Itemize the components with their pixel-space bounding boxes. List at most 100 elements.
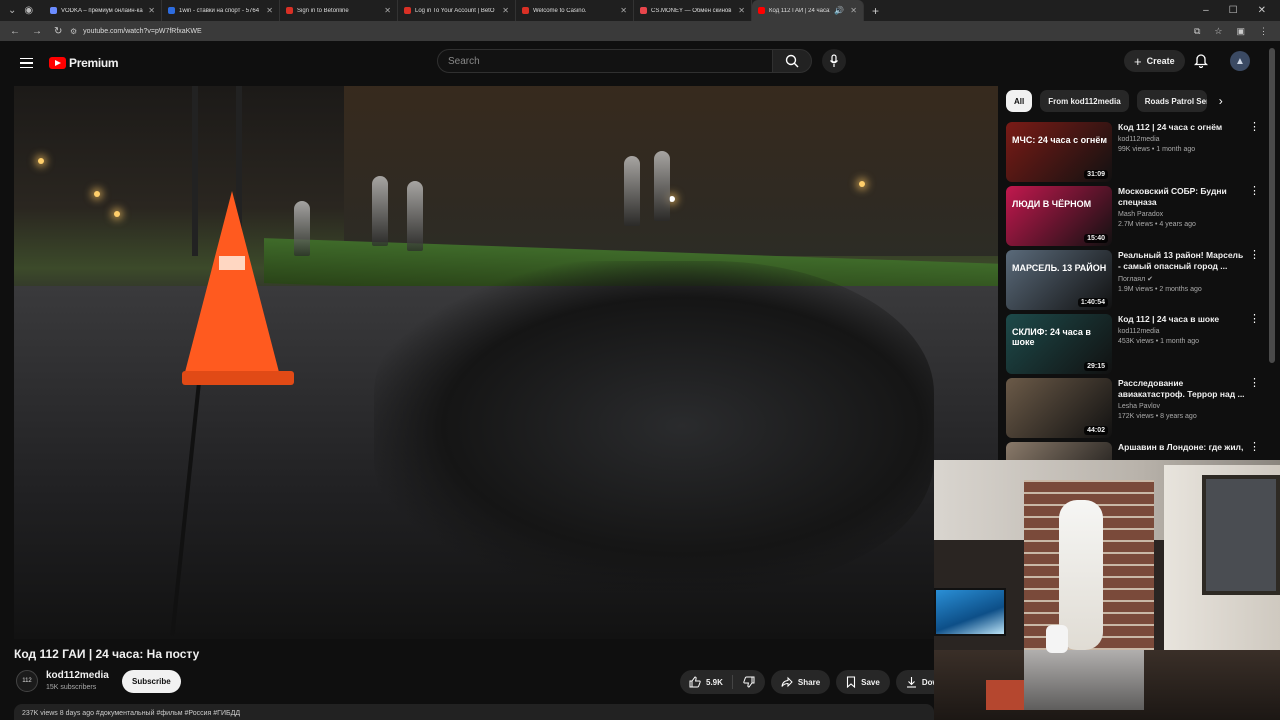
recommendation-channel[interactable]: kod112media (1118, 328, 1248, 335)
channel-name[interactable]: kod112media (46, 670, 109, 681)
share-button[interactable]: Share (770, 670, 831, 694)
account-avatar[interactable]: ▲ (1230, 51, 1250, 71)
page-scrollbar[interactable] (1269, 48, 1275, 363)
bookmark-star-icon[interactable]: ☆ (1214, 26, 1222, 37)
tab-close-icon[interactable]: ✕ (384, 6, 391, 15)
tab-close-icon[interactable]: ✕ (148, 6, 155, 15)
recommendation-thumbnail[interactable]: ЛЮДИ В ЧЁРНОМ 15:40 (1006, 186, 1112, 246)
more-options-icon[interactable]: ⋮ (1249, 250, 1260, 261)
search-button[interactable] (772, 49, 812, 73)
youtube-logo[interactable]: Premium (49, 56, 119, 70)
recommendation-thumbnail[interactable]: МЧС: 24 часа с огнём 31:09 (1006, 122, 1112, 182)
site-info-icon[interactable]: ⚙ (70, 27, 77, 36)
recommendation-item[interactable]: ЛЮДИ В ЧЁРНОМ 15:40 Московский СОБР: Будни… (1006, 186, 1264, 246)
recommendation-views: 1.9M views • 2 months ago (1118, 286, 1202, 294)
reload-icon[interactable]: ↻ (54, 26, 62, 37)
tab-title: 1win - ставки на спорт - 5764 (179, 7, 260, 14)
recommendation-item[interactable]: 44:02 Расследование авиакатастроф. Террор… (1006, 378, 1264, 438)
new-tab-button[interactable]: + (864, 4, 887, 18)
browser-tab[interactable]: Код 112 ГАИ | 24 часа: На🔊 ✕ (752, 0, 864, 21)
recommendation-channel[interactable]: Mash Paradox (1118, 211, 1248, 218)
tab-audio-icon[interactable]: 🔊 (834, 6, 844, 15)
tab-close-icon[interactable]: ✕ (850, 6, 857, 15)
browser-tab[interactable]: Welcome to Casino. ✕ (516, 0, 634, 21)
filter-chips: All From kod112media Roads Patrol Servic… (1006, 90, 1223, 112)
video-scene-traffic-cone (184, 191, 280, 376)
maximize-icon[interactable]: ☐ (1229, 5, 1238, 16)
menu-icon[interactable]: ⋮ (1259, 26, 1268, 37)
tab-close-icon[interactable]: ✕ (620, 6, 627, 15)
recommendation-title[interactable]: Аршавин в Лондоне: где жил, (1118, 442, 1248, 453)
nav-buttons: ← → ↻ (0, 26, 70, 37)
recommendation-item[interactable]: МЧС: 24 часа с огнём 31:09 Код 112 | 24 ча… (1006, 122, 1264, 182)
browser-tab[interactable]: VODKA – премиум онлайн-ка ✕ (44, 0, 162, 21)
recommendation-title[interactable]: Расследование авиакатастроф. Террор над … (1118, 378, 1248, 400)
close-window-icon[interactable]: ✕ (1258, 5, 1266, 16)
browser-tab[interactable]: CS.MONEY — Обмен скинов ✕ (634, 0, 752, 21)
back-icon[interactable]: ← (10, 26, 20, 37)
more-options-icon[interactable]: ⋮ (1249, 314, 1260, 325)
download-icon (906, 677, 916, 688)
extensions-icon[interactable]: ▣ (1236, 26, 1245, 37)
recommendation-item[interactable]: МАРСЕЛЬ. 13 РАЙОН 1:40:54 Реальный 13 райо… (1006, 250, 1264, 310)
recommendation-title[interactable]: Код 112 | 24 часа в шоке (1118, 314, 1248, 325)
webcam-tv (934, 588, 1006, 636)
tab-overview-icon[interactable]: ◉ (24, 5, 33, 16)
chip-all[interactable]: All (1006, 90, 1033, 112)
recommendation-thumbnail[interactable] (1006, 442, 1112, 460)
more-options-icon[interactable]: ⋮ (1249, 378, 1260, 389)
subscribe-button[interactable]: Subscribe (122, 670, 181, 693)
url-field[interactable]: ⚙ youtube.com/watch?v=pW7fRfxaKWE (70, 27, 202, 36)
video-scene-person (654, 151, 670, 221)
more-options-icon[interactable]: ⋮ (1249, 122, 1260, 133)
browser-tab[interactable]: 1win - ставки на спорт - 5764 ✕ (162, 0, 280, 21)
recommendation-thumbnail[interactable]: 44:02 (1006, 378, 1112, 438)
tab-title: Sign in to Betonline (297, 7, 349, 14)
notifications-button[interactable] (1193, 52, 1209, 73)
verified-icon: ✔ (1147, 276, 1154, 284)
recommendation-item[interactable]: СКЛИФ: 24 часа в шоке 29:15 Код 112 | 24 ч… (1006, 314, 1264, 374)
chip-roads-patrol[interactable]: Roads Patrol Service (1136, 90, 1207, 112)
video-scene-light (859, 181, 865, 187)
recommendation-thumbnail[interactable]: МАРСЕЛЬ. 13 РАЙОН 1:40:54 (1006, 250, 1112, 310)
recommendation-channel[interactable]: Поглаял ✔ (1118, 275, 1248, 283)
tab-close-icon[interactable]: ✕ (266, 6, 273, 15)
chip-from-channel[interactable]: From kod112media (1040, 90, 1129, 112)
like-button[interactable]: 5.9K (680, 675, 733, 689)
share-label: Share (797, 677, 821, 687)
recommendation-title[interactable]: Московский СОБР: Будни спецназа (1118, 186, 1248, 208)
tab-search-icon[interactable]: ⌄ (8, 5, 16, 16)
browser-tab[interactable]: Sign in to Betonline ✕ (280, 0, 398, 21)
browser-tab[interactable]: Log in To Your Account | BetO ✕ (398, 0, 516, 21)
search-input[interactable]: Search (437, 49, 773, 73)
tab-close-icon[interactable]: ✕ (738, 6, 745, 15)
recommendation-meta: Код 112 | 24 часа с огнём kod112media 99K … (1118, 122, 1264, 182)
save-button[interactable]: Save (836, 670, 890, 694)
forward-icon[interactable]: → (32, 26, 42, 37)
open-in-app-icon[interactable]: ⧉ (1194, 26, 1200, 37)
tab-close-icon[interactable]: ✕ (502, 6, 509, 15)
recommendation-title[interactable]: Реальный 13 район! Марсель - самый опасн… (1118, 250, 1248, 272)
description-box[interactable]: 237K views 8 days ago #документальный #ф… (14, 704, 934, 720)
chevron-right-icon[interactable]: › (1215, 94, 1223, 108)
thumbs-up-icon (689, 676, 701, 688)
recommendation-channel[interactable]: Lesha Pavlov (1118, 403, 1248, 410)
video-scene-person (294, 201, 310, 256)
channel-avatar[interactable]: 112 (16, 670, 38, 692)
tab-title: VODKA – премиум онлайн-ка (61, 7, 143, 14)
video-player[interactable] (14, 86, 998, 639)
more-options-icon[interactable]: ⋮ (1249, 186, 1260, 197)
dislike-button[interactable] (733, 676, 765, 688)
webcam-table (1024, 650, 1144, 710)
recommendation-thumbnail[interactable]: СКЛИФ: 24 часа в шоке 29:15 (1006, 314, 1112, 374)
recommendation-item[interactable]: Аршавин в Лондоне: где жил, ⋮ (1006, 442, 1264, 460)
more-options-icon[interactable]: ⋮ (1249, 442, 1260, 453)
recommendation-title[interactable]: Код 112 | 24 часа с огнём (1118, 122, 1248, 133)
duration-badge: 1:40:54 (1077, 298, 1108, 307)
voice-search-button[interactable] (822, 49, 846, 73)
recommendation-channel[interactable]: kod112media (1118, 136, 1248, 143)
menu-hamburger-icon[interactable] (20, 57, 33, 69)
recommendation-channel-name: kod112media (1118, 328, 1160, 336)
minimize-icon[interactable]: – (1203, 5, 1209, 16)
create-button[interactable]: + Create (1124, 50, 1185, 72)
